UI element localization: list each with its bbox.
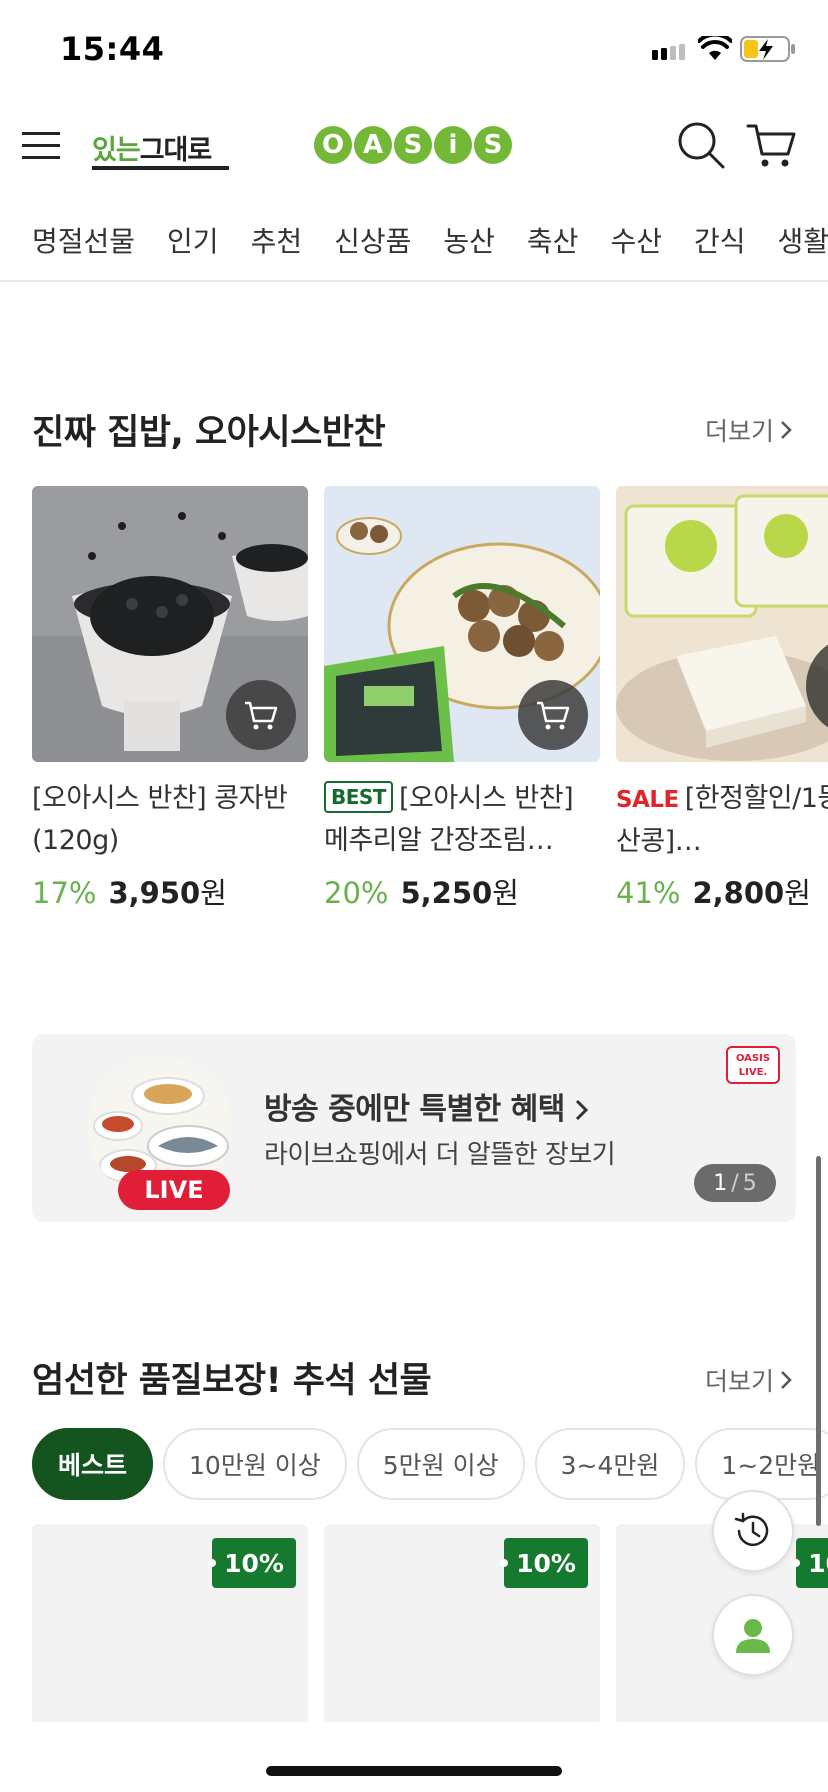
discount-rate: 20%	[324, 876, 389, 910]
more-link-label: 더보기	[704, 1367, 774, 1396]
discount-rate: 17%	[32, 876, 97, 910]
tofu-illustration	[616, 486, 828, 762]
category-tab[interactable]: 생활	[778, 220, 828, 260]
price-unit: 원	[492, 876, 519, 910]
product-card[interactable]: SALE[한정할인/1등 국산콩]… 41% 2,800원	[616, 486, 828, 912]
app-screen: 15:44 있는그대로 O A S i S 명절선물 인기 추천 신상품 농산 …	[0, 0, 828, 1792]
category-tab[interactable]: 신상품	[334, 220, 411, 260]
product-name[interactable]: SALE[한정할인/1등 국산콩]…	[616, 778, 828, 862]
category-tab[interactable]: 명절선물	[32, 220, 135, 260]
add-to-cart-button[interactable]	[226, 680, 296, 750]
oasis-live-logo-line1: OASIS	[735, 1053, 771, 1064]
sale-badge: SALE	[616, 787, 679, 813]
section-title-banchan: 진짜 집밥, 오아시스반찬	[32, 413, 386, 453]
brand-sub-underline	[92, 166, 229, 170]
logo-letter: A	[354, 126, 392, 164]
brand-sub-green-text: 있는	[92, 135, 141, 166]
section-title-gifts: 엄선한 품질보장! 추석 선물	[32, 1361, 432, 1401]
category-tab[interactable]: 축산	[527, 220, 579, 260]
home-indicator[interactable]	[266, 1766, 562, 1776]
banner-pager: 1/5	[694, 1164, 776, 1202]
live-banner-title-text: 방송 중에만 특별한 혜택	[264, 1092, 565, 1127]
more-link-banchan[interactable]: 더보기	[705, 412, 792, 448]
gift-product-card[interactable]: 10%	[324, 1524, 600, 1724]
add-to-cart-button[interactable]	[518, 680, 588, 750]
filter-chip[interactable]: 1~2만원	[695, 1428, 828, 1500]
product-card[interactable]: [오아시스 반찬] 콩자반 (120g) 17% 3,950원	[32, 486, 308, 912]
brand-sub-logo[interactable]: 있는그대로	[92, 128, 213, 167]
pager-current: 1	[713, 1170, 728, 1196]
product-name[interactable]: BEST [오아시스 반찬] 메추리알 간장조림…	[324, 778, 600, 862]
live-shopping-banner[interactable]: LIVE 방송 중에만 특별한 혜택 라이브쇼핑에서 더 알뜰한 장보기 OAS…	[32, 1034, 796, 1222]
status-bar: 15:44	[0, 0, 828, 96]
recent-history-icon	[734, 1512, 769, 1547]
filter-chip[interactable]: 5만원 이상	[356, 1428, 525, 1500]
brand-sub-black-text: 그대로	[139, 135, 213, 166]
price-filter-chips: 베스트 10만원 이상 5만원 이상 3~4만원 1~2만원	[32, 1428, 828, 1500]
logo-letter: O	[314, 126, 352, 164]
menu-icon[interactable]	[22, 130, 60, 162]
chevron-right-icon	[781, 1371, 792, 1389]
more-link-gifts[interactable]: 더보기	[705, 1362, 792, 1398]
category-tab[interactable]: 수산	[610, 220, 662, 260]
logo-letter: S	[394, 126, 432, 164]
filter-chip-best[interactable]: 베스트	[32, 1428, 154, 1500]
best-badge: BEST	[324, 781, 393, 813]
price-line: 41% 2,800원	[616, 870, 828, 912]
product-name[interactable]: [오아시스 반찬] 콩자반 (120g)	[32, 778, 308, 862]
status-time: 15:44	[60, 30, 165, 68]
more-link-label: 더보기	[704, 417, 774, 446]
chevron-right-icon	[781, 421, 792, 439]
discount-badge: 10%	[792, 1538, 828, 1588]
price-unit: 원	[784, 876, 811, 910]
logo-letter: i	[434, 126, 472, 164]
chevron-right-icon	[575, 1099, 588, 1121]
oasis-live-logo: OASIS LIVE.	[726, 1046, 780, 1084]
gift-product-card[interactable]: 10%	[32, 1524, 308, 1724]
discount-badge: 10%	[500, 1538, 588, 1588]
cart-icon	[245, 701, 278, 730]
price-value: 3,950	[108, 876, 201, 910]
category-nav: 명절선물 인기 추천 신상품 농산 축산 수산 간식 생활 간	[0, 196, 828, 282]
price-unit: 원	[200, 876, 227, 910]
category-tab[interactable]: 농산	[443, 220, 495, 260]
logo-letter: S	[474, 126, 512, 164]
pager-total: 5	[742, 1170, 757, 1196]
wifi-icon	[698, 36, 732, 60]
signal-icon	[652, 44, 685, 60]
price-value: 5,250	[400, 876, 493, 910]
oasis-logo[interactable]: O A S i S	[314, 126, 512, 164]
live-badge: LIVE	[118, 1170, 230, 1210]
app-header: 있는그대로 O A S i S	[0, 96, 828, 196]
filter-chip[interactable]: 10만원 이상	[163, 1428, 347, 1500]
discount-badge: 10%	[208, 1538, 296, 1588]
pager-separator: /	[731, 1170, 739, 1196]
live-banner-title: 방송 중에만 특별한 혜택	[264, 1084, 589, 1128]
battery-charging-icon	[740, 36, 795, 62]
price-value: 2,800	[692, 876, 785, 910]
home-indicator-area	[0, 1722, 828, 1792]
my-page-button[interactable]	[712, 1594, 794, 1676]
recent-history-button[interactable]	[712, 1490, 794, 1572]
filter-chip[interactable]: 3~4만원	[534, 1428, 686, 1500]
oasis-live-logo-line2: LIVE.	[738, 1067, 768, 1078]
product-image-quail-eggs[interactable]	[324, 486, 600, 762]
cart-icon[interactable]	[746, 120, 798, 170]
user-icon	[736, 1619, 770, 1653]
product-carousel[interactable]: [오아시스 반찬] 콩자반 (120g) 17% 3,950원 BEST [오아…	[32, 486, 828, 910]
discount-rate: 41%	[616, 876, 681, 910]
cart-icon	[537, 701, 570, 730]
category-tab[interactable]: 추천	[251, 220, 303, 260]
product-card[interactable]: BEST [오아시스 반찬] 메추리알 간장조림… 20% 5,250원	[324, 486, 600, 912]
scrollbar[interactable]	[816, 1156, 821, 1526]
product-image-tofu[interactable]	[616, 486, 828, 762]
category-tab[interactable]: 간식	[694, 220, 746, 260]
product-image-black-beans[interactable]	[32, 486, 308, 762]
price-line: 20% 5,250원	[324, 870, 600, 912]
search-icon[interactable]	[676, 120, 726, 170]
category-tab[interactable]: 인기	[167, 220, 219, 260]
price-line: 17% 3,950원	[32, 870, 308, 912]
live-banner-subtitle: 라이브쇼핑에서 더 알뜰한 장보기	[264, 1140, 616, 1170]
